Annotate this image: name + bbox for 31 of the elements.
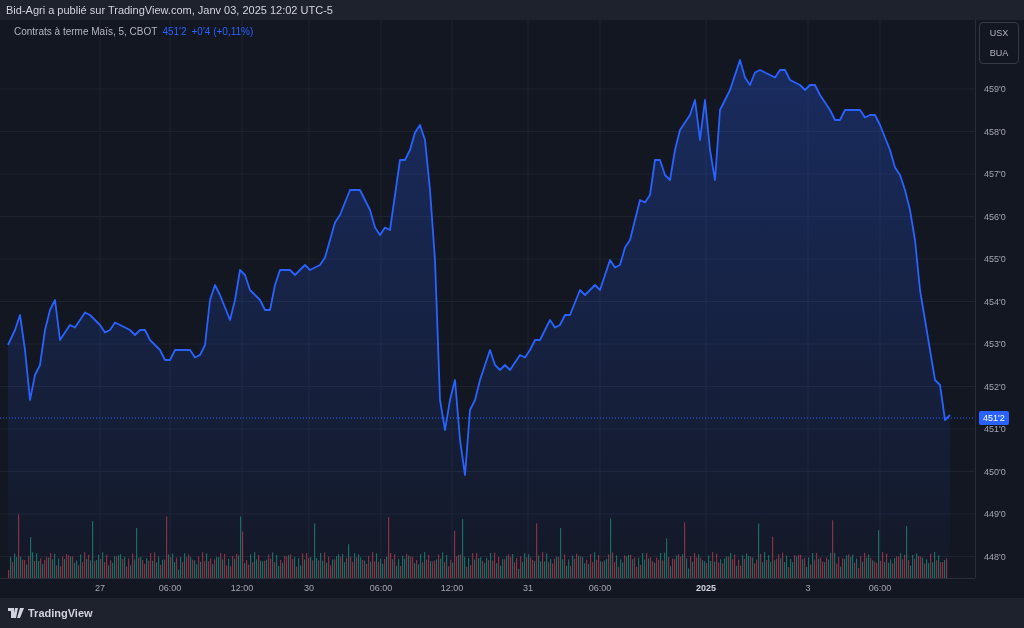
symbol-title[interactable]: Contrats à terme Maïs, 5, CBOT	[14, 26, 158, 37]
publication-info: Bid-Agri a publié sur TradingView.com, Janv 03, 2025 12:02 UTC-5	[6, 4, 333, 16]
time-axis-label: 12:00	[440, 583, 464, 593]
time-axis-label: 30	[304, 583, 314, 593]
price-axis-label: 454'0	[984, 295, 1006, 309]
last-price: 451'2	[162, 26, 187, 37]
time-axis-label: 06:00	[588, 583, 612, 593]
time-axis-label: 2025	[696, 583, 716, 593]
price-axis-label: 458'0	[984, 125, 1006, 139]
logo-icon	[8, 608, 24, 618]
price-change: +0'4 (+0,11%)	[191, 26, 254, 37]
price-axis-label: 456'0	[984, 210, 1006, 224]
time-axis-label: 12:00	[230, 583, 254, 593]
price-axis-label: 449'0	[984, 508, 1006, 521]
currency-unit-button[interactable]: USX BUA	[979, 22, 1019, 64]
price-axis-label: 451'0	[984, 423, 1006, 436]
logo-text: TradingView	[28, 607, 93, 619]
price-axis-label: 459'0	[984, 83, 1006, 96]
price-axis-label: 450'0	[984, 465, 1006, 479]
time-axis-label: 3	[805, 583, 811, 593]
time-axis-label: 31	[523, 583, 533, 593]
price-axis-label: 453'0	[984, 338, 1006, 351]
price-axis-label: 448'0	[984, 550, 1006, 564]
price-axis-label: 452'0	[984, 380, 1006, 394]
last-price-badge: 451'2	[979, 411, 1009, 425]
time-axis-label: 06:00	[369, 583, 393, 593]
time-axis-label: 27	[95, 583, 105, 593]
time-axis-label: 06:00	[868, 583, 892, 593]
time-axis-label: 06:00	[158, 583, 182, 593]
price-axis-label: 457'0	[984, 168, 1006, 181]
price-axis-label: 455'0	[984, 253, 1006, 266]
